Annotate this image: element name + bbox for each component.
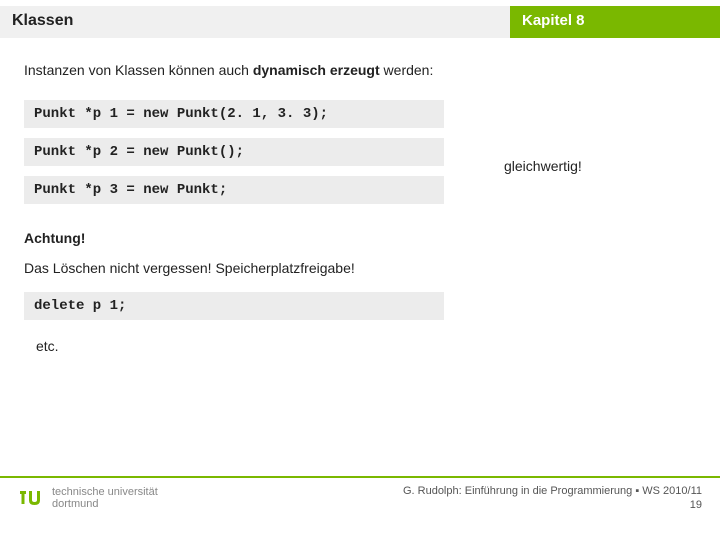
etc-text: etc. [36,338,696,354]
code-delete-line: delete p 1; [24,292,444,320]
code-line-1: Punkt *p 1 = new Punkt(2. 1, 3. 3); [24,100,444,128]
credit-block: G. Rudolph: Einführung in die Programmie… [403,484,702,513]
slide-title-right: Kapitel 8 [510,6,720,38]
page-number: 19 [403,498,702,512]
intro-prefix: Instanzen von Klassen können auch [24,62,253,78]
code-line-3: Punkt *p 3 = new Punkt; [24,176,444,204]
intro-suffix: werden: [380,62,434,78]
credit-line: G. Rudolph: Einführung in die Programmie… [403,484,702,498]
tu-logo-icon [18,485,44,511]
uni-line-1: technische universität [52,486,158,498]
side-note: gleichwertig! [504,158,582,174]
university-logo: technische universität dortmund [18,485,158,511]
uni-line-2: dortmund [52,498,158,510]
slide-header: Klassen Kapitel 8 [0,6,720,38]
university-name: technische universität dortmund [52,486,158,510]
footer-divider [0,476,720,478]
code-line-2: Punkt *p 2 = new Punkt(); [24,138,444,166]
achtung-heading: Achtung! [24,230,696,246]
slide-footer: technische universität dortmund G. Rudol… [0,484,720,513]
slide-title-left: Klassen [0,6,510,38]
slide-content: Instanzen von Klassen können auch dynami… [0,38,720,354]
warning-text: Das Löschen nicht vergessen! Speicherpla… [24,260,696,276]
intro-bold: dynamisch erzeugt [253,62,380,78]
intro-text: Instanzen von Klassen können auch dynami… [24,62,696,78]
